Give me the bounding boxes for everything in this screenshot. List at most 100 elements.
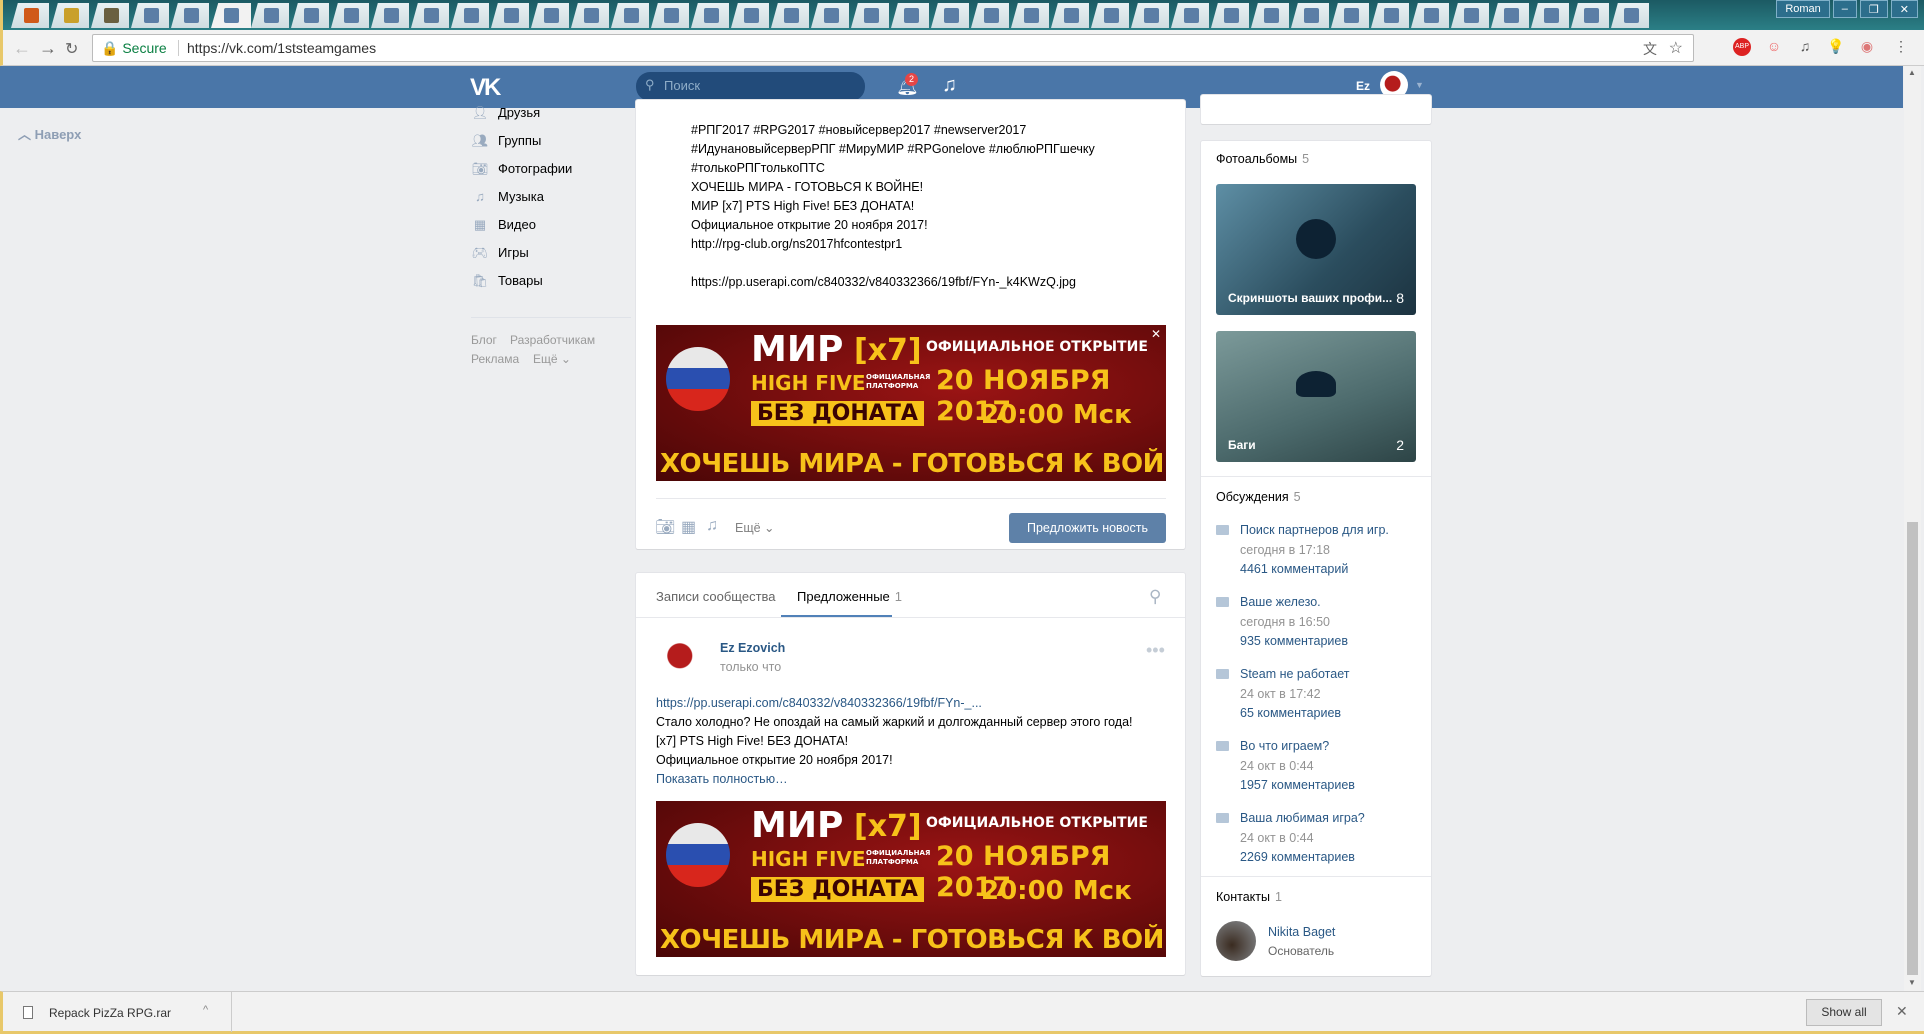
browser-tab[interactable]: [131, 3, 169, 28]
nav-item[interactable]: 📷︎ Фотографии: [471, 161, 573, 177]
browser-tab[interactable]: [971, 3, 1009, 28]
browser-tab[interactable]: [1611, 3, 1649, 28]
menu-icon[interactable]: ⋮: [1892, 38, 1910, 56]
restore-button[interactable]: ❐: [1859, 0, 1888, 18]
browser-tab[interactable]: [851, 3, 889, 28]
tab-suggested[interactable]: Предложенные 1: [797, 589, 902, 604]
discussion-comments[interactable]: 2269 комментариев: [1240, 848, 1365, 868]
nav-item[interactable]: 🛍︎ Товары: [471, 273, 543, 289]
discussion-item[interactable]: Steam не работает 24 окт в 17:42 65 коммен…: [1216, 665, 1349, 724]
extension-pig-icon[interactable]: ☺: [1765, 38, 1783, 56]
scroll-down-arrow[interactable]: ▼: [1908, 978, 1916, 987]
browser-tab[interactable]: [411, 3, 449, 28]
browser-tab[interactable]: [931, 3, 969, 28]
discussion-title[interactable]: Поиск партнеров для игр.: [1240, 521, 1389, 541]
discussion-title[interactable]: Ваша любимая игра?: [1240, 809, 1365, 829]
nav-item[interactable]: ♫ Музыка: [471, 189, 544, 204]
nav-item[interactable]: ▦ Видео: [471, 217, 536, 233]
discussion-item[interactable]: Ваше железо. сегодня в 16:50 935 комментар…: [1216, 593, 1348, 652]
chrome-extension-icon[interactable]: ◉: [1858, 38, 1876, 56]
discussion-title[interactable]: Steam не работает: [1240, 665, 1349, 685]
lightbulb-icon[interactable]: 💡: [1827, 38, 1845, 56]
scroll-up-arrow[interactable]: ▲: [1908, 68, 1916, 77]
browser-tab[interactable]: [1091, 3, 1129, 28]
film-icon[interactable]: ▦: [681, 517, 696, 537]
chevron-down-icon[interactable]: ▼: [1415, 80, 1424, 90]
nav-item[interactable]: 👥︎ Группы: [471, 133, 542, 149]
search-icon[interactable]: ⚲: [1149, 587, 1161, 607]
browser-tab[interactable]: [51, 3, 89, 28]
browser-tab[interactable]: [1531, 3, 1569, 28]
browser-tab[interactable]: [251, 3, 289, 28]
browser-tab[interactable]: [811, 3, 849, 28]
nav-item[interactable]: 🎮︎ Игры: [471, 245, 529, 261]
browser-tab[interactable]: [1051, 3, 1089, 28]
browser-tab[interactable]: [1571, 3, 1609, 28]
show-all-button[interactable]: Show all: [1806, 999, 1882, 1026]
browser-tab[interactable]: [531, 3, 569, 28]
vk-logo[interactable]: VK: [470, 74, 501, 102]
user-name[interactable]: Ez: [1356, 79, 1370, 93]
browser-tab[interactable]: [771, 3, 809, 28]
browser-tab[interactable]: [371, 3, 409, 28]
browser-tab[interactable]: [1291, 3, 1329, 28]
browser-tab[interactable]: [211, 3, 251, 28]
post-link[interactable]: https://pp.userapi.com/c840332/v84033236…: [656, 694, 982, 713]
footer-ads[interactable]: Реклама: [471, 352, 519, 366]
browser-tab[interactable]: [1491, 3, 1529, 28]
close-window-button[interactable]: ✕: [1890, 0, 1918, 18]
browser-tab[interactable]: [1451, 3, 1489, 28]
reload-icon[interactable]: ↻: [65, 39, 78, 59]
discussion-comments[interactable]: 65 комментариев: [1240, 704, 1349, 724]
album-screenshots[interactable]: Скриншоты ваших профи... 8: [1216, 184, 1416, 315]
discussion-item[interactable]: Ваша любимая игра? 24 окт в 0:44 2269 комм…: [1216, 809, 1365, 868]
discussion-title[interactable]: Во что играем?: [1240, 737, 1355, 757]
browser-tab[interactable]: [571, 3, 609, 28]
discussion-title[interactable]: Ваше железо.: [1240, 593, 1348, 613]
tab-community-posts[interactable]: Записи сообщества: [656, 589, 776, 604]
bookmark-star-icon[interactable]: ☆: [1669, 38, 1683, 58]
download-item[interactable]: Repack PizZa RPG.rar: [49, 1006, 171, 1020]
post-banner-image[interactable]: МИР [x7] HIGH FIVE ОФИЦИАЛЬНАЯ ПЛАТФОРМА…: [656, 801, 1166, 957]
footer-blog[interactable]: Блог: [471, 333, 497, 347]
camera-icon[interactable]: 📷︎: [655, 517, 675, 537]
browser-tab[interactable]: [291, 3, 329, 28]
profile-name[interactable]: Roman: [1776, 0, 1830, 18]
browser-tab[interactable]: [691, 3, 729, 28]
author-avatar[interactable]: [660, 636, 704, 680]
browser-tab[interactable]: [491, 3, 529, 28]
discussion-item[interactable]: Поиск партнеров для игр. сегодня в 17:18 4…: [1216, 521, 1389, 580]
browser-tab[interactable]: [731, 3, 769, 28]
browser-tab[interactable]: [451, 3, 489, 28]
scroll-to-top[interactable]: ︿ Наверх: [18, 124, 81, 143]
author-name[interactable]: Ez Ezovich: [720, 641, 785, 655]
post-banner-image[interactable]: МИР [x7] HIGH FIVE ОФИЦИАЛЬНАЯ ПЛАТФОРМА…: [656, 325, 1166, 481]
discussion-comments[interactable]: 4461 комментарий: [1240, 560, 1389, 580]
discussion-comments[interactable]: 935 комментариев: [1240, 632, 1348, 652]
browser-tab[interactable]: [1331, 3, 1369, 28]
contact-avatar[interactable]: [1216, 921, 1256, 961]
forward-icon[interactable]: →: [39, 38, 57, 59]
browser-tab[interactable]: [331, 3, 369, 28]
scrollbar-thumb[interactable]: [1907, 522, 1918, 975]
show-more-link[interactable]: Показать полностью…: [656, 770, 788, 789]
address-bar[interactable]: 🔒 Secure https://vk.com/1ststeamgames 文 …: [92, 34, 1694, 62]
music-icon[interactable]: ♫: [942, 74, 957, 97]
nav-item[interactable]: 👤︎ Друзья: [471, 105, 540, 121]
close-icon[interactable]: ✕: [1896, 1003, 1908, 1020]
discussion-comments[interactable]: 1957 комментариев: [1240, 776, 1355, 796]
browser-tab[interactable]: [1011, 3, 1049, 28]
browser-tab[interactable]: [91, 3, 129, 28]
post-time[interactable]: только что: [720, 660, 781, 674]
more-options-icon[interactable]: •••: [1146, 640, 1165, 661]
browser-tab[interactable]: [1171, 3, 1209, 28]
browser-tab[interactable]: [1411, 3, 1449, 28]
minimize-button[interactable]: –: [1832, 0, 1857, 18]
discussions-title[interactable]: Обсуждения 5: [1216, 490, 1301, 504]
back-icon[interactable]: ←: [13, 38, 31, 59]
translate-icon[interactable]: 文: [1643, 39, 1657, 59]
contact-name[interactable]: Nikita Baget: [1268, 925, 1335, 939]
url-text[interactable]: https://vk.com/1ststeamgames: [178, 40, 376, 56]
browser-tab[interactable]: [1131, 3, 1169, 28]
album-bugs[interactable]: Баги 2: [1216, 331, 1416, 462]
